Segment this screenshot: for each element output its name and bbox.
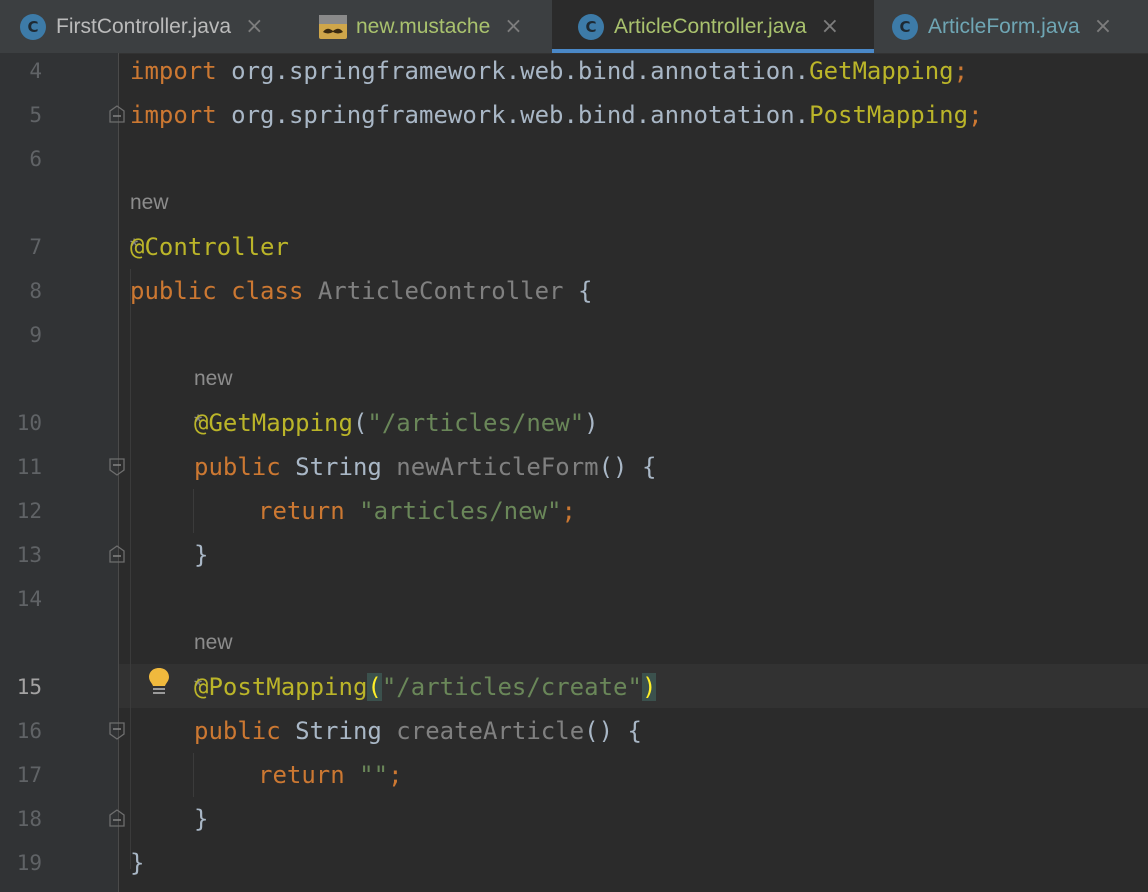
fold-end-icon[interactable] (109, 105, 125, 123)
line-number-current: 15 (16, 675, 42, 699)
code-line-15: @PostMapping("/articles/create") (194, 673, 657, 701)
tab-article-form[interactable]: C ArticleForm.java × (874, 0, 1148, 53)
code-line-16: public String createArticle() { (194, 717, 642, 745)
line-number: 9 (29, 323, 42, 347)
code-line-5: import org.springframework.web.bind.anno… (130, 101, 983, 129)
code-line-19: } (130, 849, 145, 877)
line-number: 18 (16, 807, 42, 831)
line-number: 17 (16, 763, 42, 787)
line-number: 8 (29, 279, 42, 303)
close-icon[interactable]: × (504, 14, 522, 39)
tab-first-controller[interactable]: C FirstController.java × (0, 0, 300, 53)
line-number: 11 (16, 455, 42, 479)
close-icon[interactable]: × (1094, 14, 1112, 39)
line-number: 14 (16, 587, 42, 611)
fold-end-icon[interactable] (109, 809, 125, 827)
close-icon[interactable]: × (245, 14, 263, 39)
code-line-10: @GetMapping("/articles/new") (194, 409, 599, 437)
tab-article-controller[interactable]: C ArticleController.java × (552, 0, 874, 53)
code-line-8: public class ArticleController { (130, 277, 593, 305)
code-line-7: @Controller (130, 233, 289, 261)
codevision-author-hint[interactable]: new * (130, 181, 169, 258)
indent-guide (193, 753, 194, 797)
code-line-4: import org.springframework.web.bind.anno… (130, 57, 969, 85)
codevision-author-hint[interactable]: new * (194, 357, 233, 434)
line-number: 5 (29, 103, 42, 127)
fold-end-icon[interactable] (109, 545, 125, 563)
tab-label: ArticleController.java (614, 14, 807, 38)
fold-start-icon[interactable] (109, 458, 125, 476)
line-number: 7 (29, 235, 42, 259)
class-icon: C (20, 13, 46, 40)
line-number: 13 (16, 543, 42, 567)
fold-start-icon[interactable] (109, 722, 125, 740)
class-icon: C (578, 13, 604, 40)
code-line-12: return "articles/new"; (258, 497, 576, 525)
editor-tab-bar: C FirstController.java × new.mustache × … (0, 0, 1148, 54)
tab-label: ArticleForm.java (928, 14, 1080, 38)
close-icon[interactable]: × (821, 14, 839, 39)
lightbulb-icon[interactable] (146, 666, 172, 698)
tab-label: FirstController.java (56, 14, 232, 38)
tab-label: new.mustache (356, 14, 491, 38)
codevision-author-hint[interactable]: new * (194, 621, 233, 698)
code-line-17: return ""; (258, 761, 403, 789)
tab-new-mustache[interactable]: new.mustache × (300, 0, 552, 53)
code-line-13: } (194, 541, 209, 569)
mustache-icon (318, 14, 348, 40)
line-number: 12 (16, 499, 42, 523)
indent-guide (130, 269, 131, 869)
line-number: 4 (29, 59, 42, 83)
indent-guide (193, 489, 194, 533)
line-number: 19 (16, 851, 42, 875)
line-number: 16 (16, 719, 42, 743)
line-number: 6 (29, 147, 42, 171)
code-line-11: public String newArticleForm() { (194, 453, 657, 481)
class-icon: C (892, 13, 918, 40)
code-line-18: } (194, 805, 209, 833)
line-number: 10 (16, 411, 42, 435)
